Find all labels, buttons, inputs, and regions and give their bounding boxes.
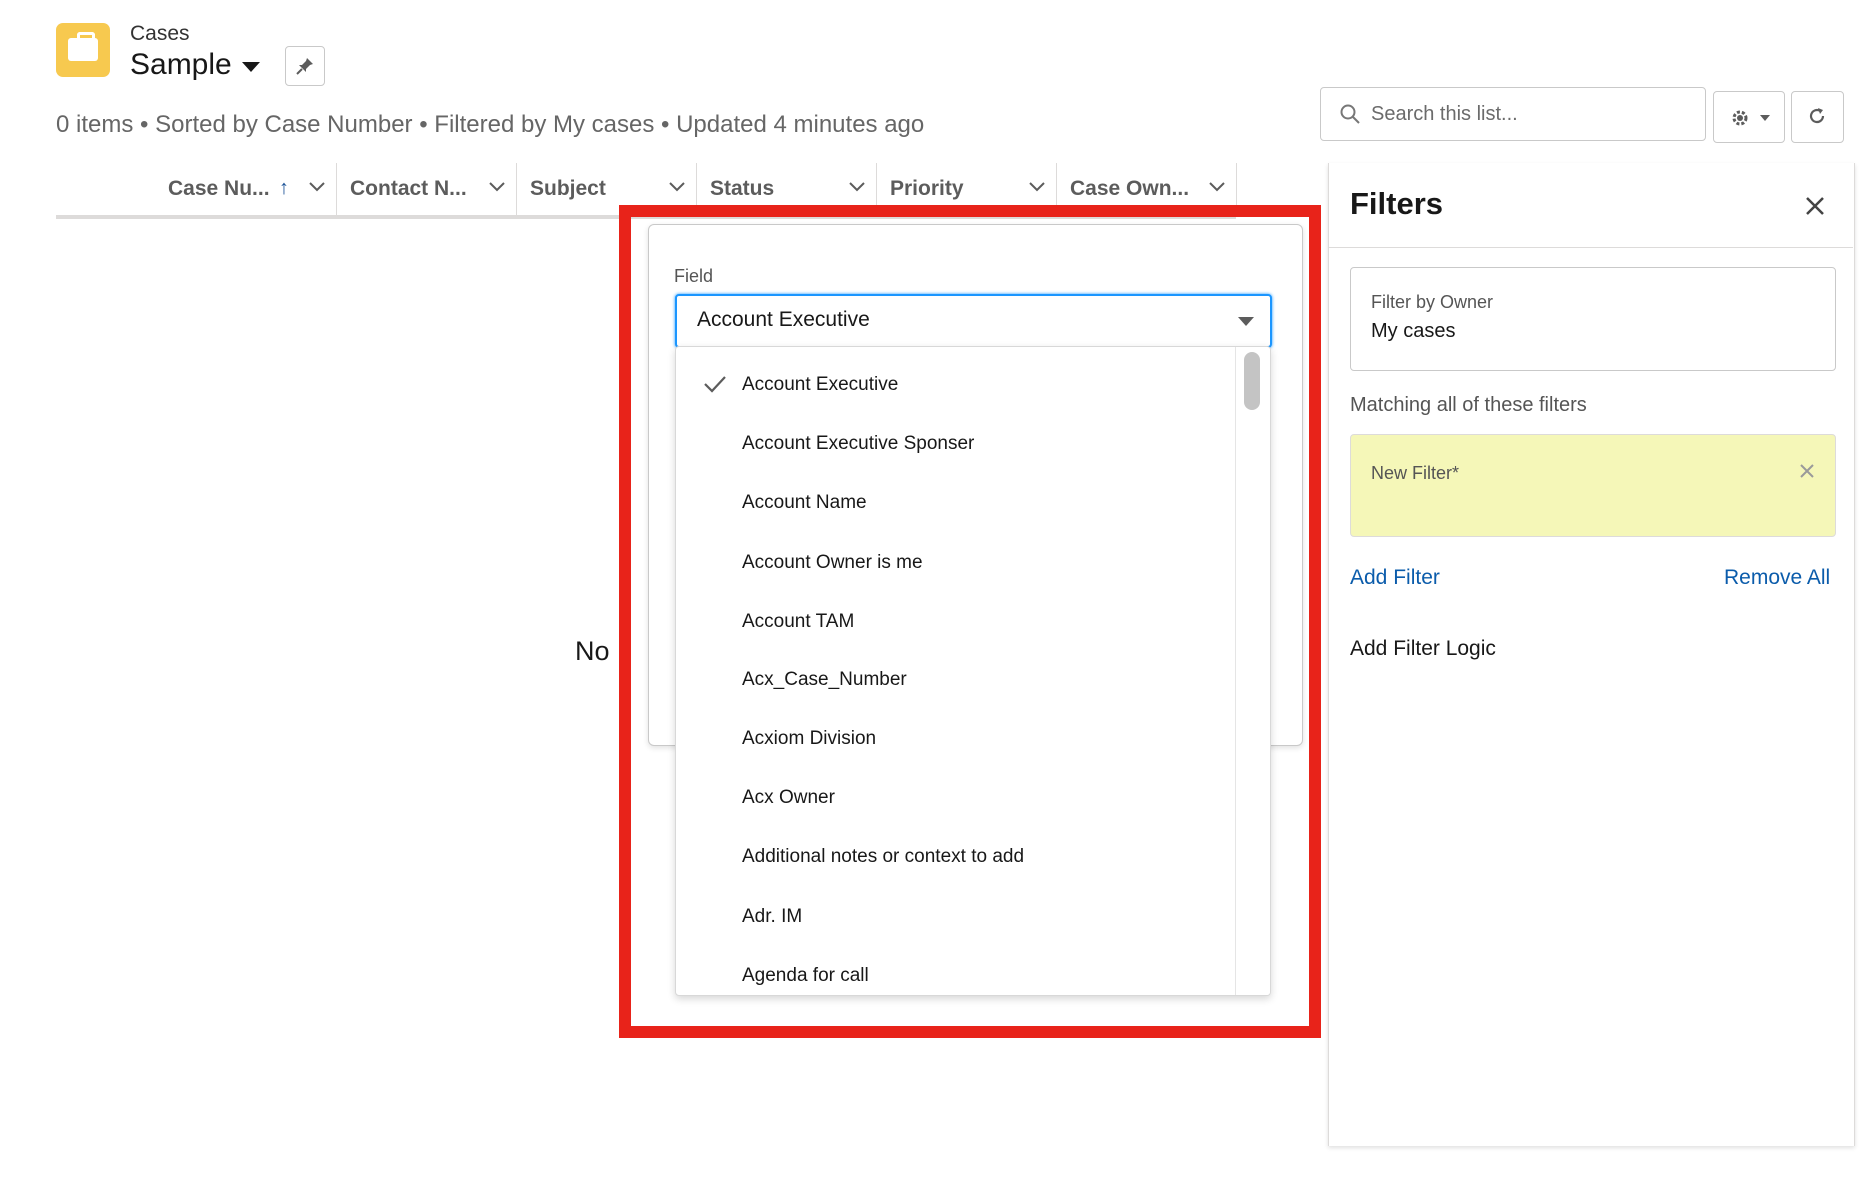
- list-title: Sample: [130, 48, 232, 81]
- remove-all-link[interactable]: Remove All: [1724, 566, 1830, 590]
- owner-filter-caption: Filter by Owner: [1371, 292, 1494, 312]
- list-meta: 0 items • Sorted by Case Number • Filter…: [56, 111, 925, 138]
- chevron-down-icon: [849, 182, 865, 192]
- column-header[interactable]: Contact N...: [336, 163, 516, 215]
- sort-up-icon: ↑: [279, 177, 289, 199]
- owner-filter-card[interactable]: Filter by Owner My cases: [1350, 267, 1836, 371]
- pin-icon: [296, 58, 313, 75]
- empty-state-text: No: [575, 636, 610, 666]
- owner-filter-value: My cases: [1371, 320, 1456, 342]
- new-filter-card[interactable]: New Filter*: [1350, 434, 1836, 537]
- chevron-down-icon: [241, 62, 260, 72]
- chevron-down-icon: [1029, 182, 1045, 192]
- close-panel-button[interactable]: [1797, 188, 1833, 224]
- chevron-down-icon: [489, 182, 505, 192]
- refresh-icon: [1809, 108, 1825, 124]
- column-header[interactable]: Case Nu... ↑: [56, 163, 336, 215]
- matching-filters-label: Matching all of these filters: [1350, 394, 1587, 416]
- refresh-button[interactable]: [1791, 91, 1844, 143]
- briefcase-icon: [56, 23, 110, 77]
- search-box[interactable]: [1320, 87, 1706, 141]
- pin-button[interactable]: [285, 46, 325, 86]
- chevron-down-icon: [1760, 115, 1770, 121]
- list-settings-button[interactable]: [1713, 91, 1785, 143]
- add-filter-link[interactable]: Add Filter: [1350, 566, 1440, 590]
- close-icon[interactable]: [1797, 461, 1817, 481]
- add-filter-logic-link[interactable]: Add Filter Logic: [1350, 637, 1496, 661]
- highlight-box: [619, 205, 1321, 1038]
- filters-panel-title: Filters: [1350, 186, 1444, 221]
- chevron-down-icon: [1209, 182, 1225, 192]
- chevron-down-icon: [309, 182, 325, 192]
- new-filter-label: New Filter*: [1371, 463, 1460, 483]
- gear-icon: [1732, 110, 1748, 126]
- list-view-selector[interactable]: Sample: [130, 48, 260, 82]
- search-icon: [1340, 104, 1360, 124]
- chevron-down-icon: [669, 182, 685, 192]
- object-label: Cases: [130, 22, 190, 45]
- search-input[interactable]: [1369, 98, 1693, 130]
- close-icon: [1806, 197, 1824, 215]
